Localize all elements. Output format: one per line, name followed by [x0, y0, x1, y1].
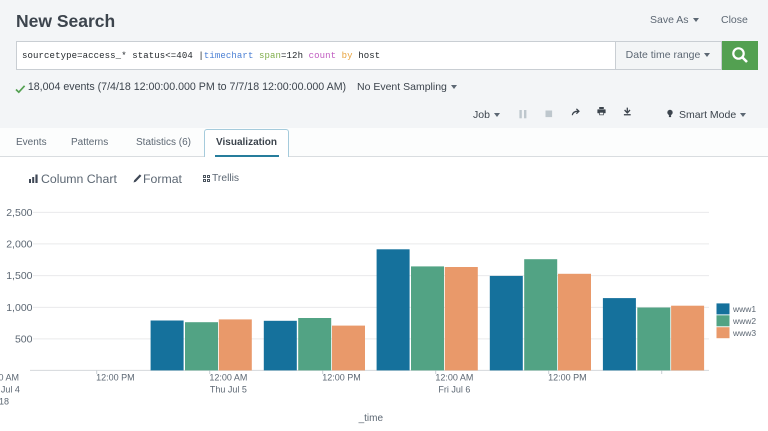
svg-text:12:00 AM: 12:00 AM: [435, 373, 473, 383]
svg-text:2,000: 2,000: [6, 238, 32, 250]
svg-text:500: 500: [15, 333, 33, 345]
svg-text:Wed Jul 4: Wed Jul 4: [0, 385, 20, 395]
svg-text:12:00 PM: 12:00 PM: [96, 373, 135, 383]
svg-text:Fri Jul 6: Fri Jul 6: [438, 385, 470, 395]
svg-text:2,500: 2,500: [6, 207, 32, 219]
svg-text:www1: www1: [732, 304, 756, 314]
svg-text:12:00 PM: 12:00 PM: [548, 373, 587, 383]
svg-text:www3: www3: [732, 328, 756, 338]
svg-text:12:00 PM: 12:00 PM: [322, 373, 361, 383]
svg-text:_time: _time: [358, 413, 384, 424]
svg-text:Thu Jul 5: Thu Jul 5: [210, 385, 247, 395]
svg-text:2018: 2018: [0, 397, 9, 407]
svg-text:www2: www2: [732, 316, 756, 326]
svg-text:12:00 AM: 12:00 AM: [0, 373, 19, 383]
svg-text:1,500: 1,500: [6, 270, 32, 282]
svg-text:1,000: 1,000: [6, 302, 32, 314]
svg-text:12:00 AM: 12:00 AM: [209, 373, 247, 383]
